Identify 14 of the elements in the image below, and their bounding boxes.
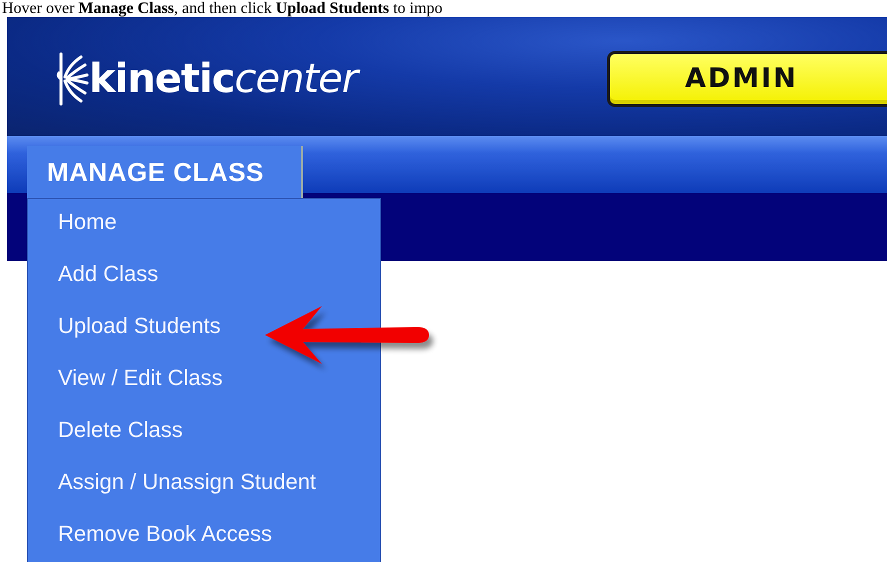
menu-item[interactable]: Home [28,209,380,235]
menu-item[interactable]: Delete Class [28,417,380,443]
menu-item[interactable]: Remove Book Access [28,521,380,547]
arrow-icon [265,306,429,364]
logo-text: center [234,56,358,102]
menu-item[interactable]: Upload Students [28,313,380,339]
menu-item[interactable]: Assign / Unassign Student [28,469,380,495]
menu-item[interactable]: View / Edit Class [28,365,380,391]
logo-text: kinetic [89,56,234,102]
menu-tab[interactable]: MANAGE CLASS [27,146,303,198]
logo-icon [55,50,89,106]
instruction-text: Hover over Manage Class, and then click Upload Students to impo [1,0,444,17]
admin-button[interactable]: ADMIN [607,50,887,106]
menu-item[interactable]: Add Class [28,261,380,287]
